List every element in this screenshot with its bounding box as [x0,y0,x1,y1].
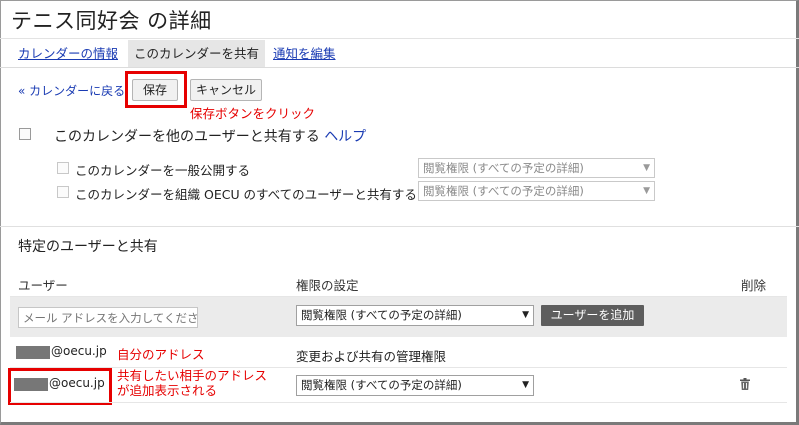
add-user-button[interactable]: ユーザーを追加 [541,305,644,326]
user-email: @oecu.jp [51,344,107,358]
chevron-down-icon: ▼ [522,380,529,390]
column-header-permission: 権限の設定 [296,278,359,293]
added-user-annotation: 共有したい相手のアドレス が追加表示される [117,368,267,398]
page-title: テニス同好会 の詳細 [11,9,212,33]
added-user-permission-select[interactable]: 閲覧権限 (すべての予定の詳細) ▼ [296,375,534,396]
public-permission-value: 閲覧権限 (すべての予定の詳細) [423,161,584,175]
help-link[interactable]: ヘルプ [324,129,366,145]
row-divider [10,402,787,403]
tab-edit-notifications[interactable]: 通知を編集 [273,40,336,67]
tab-calendar-info[interactable]: カレンダーの情報 [18,40,118,67]
added-user-permission-value: 閲覧権限 (すべての予定の詳細) [301,378,462,392]
email-input[interactable] [18,307,198,328]
save-annotation: 保存ボタンをクリック [190,106,316,121]
public-checkbox[interactable] [57,162,69,174]
cancel-button[interactable]: キャンセル [190,79,262,101]
column-header-delete: 削除 [741,278,767,293]
new-user-permission-select[interactable]: 閲覧権限 (すべての予定の詳細) ▼ [296,305,534,326]
save-highlight-box [125,71,187,108]
self-address-annotation: 自分のアドレス [117,347,205,362]
added-user-annotation-line2: が追加表示される [117,383,218,398]
new-user-permission-value: 閲覧権限 (すべての予定の詳細) [301,308,462,322]
tab-divider [0,67,799,68]
added-user-highlight-box [8,368,112,405]
org-checkbox[interactable] [57,186,69,198]
back-to-calendar-link[interactable]: « カレンダーに戻る [18,82,125,99]
share-others-checkbox[interactable] [19,128,31,140]
share-others-text: このカレンダーを他のユーザーと共有する [54,129,320,145]
specific-users-title: 特定のユーザーと共有 [18,239,158,255]
org-permission-value: 閲覧権限 (すべての予定の詳細) [423,184,584,198]
title-divider [0,38,799,39]
section-divider [0,226,799,227]
public-label: このカレンダーを一般公開する [75,163,251,178]
added-user-annotation-line1: 共有したい相手のアドレス [117,368,268,383]
chevron-down-icon: ▼ [643,186,650,196]
chevron-down-icon: ▼ [522,310,529,320]
tab-bar: カレンダーの情報 このカレンダーを共有 通知を編集 [0,40,799,67]
user-permission-text: 変更および共有の管理権限 [296,349,447,364]
public-permission-select[interactable]: 閲覧権限 (すべての予定の詳細) ▼ [418,158,655,178]
redacted-username [16,346,50,359]
column-header-user: ユーザー [18,278,68,293]
org-label: このカレンダーを組織 OECU のすべてのユーザーと共有する [75,187,417,202]
tab-share-calendar[interactable]: このカレンダーを共有 [128,40,266,67]
share-others-label: このカレンダーを他のユーザーと共有する ヘルプ [54,126,366,146]
trash-icon[interactable] [740,378,750,390]
chevron-down-icon: ▼ [643,163,650,173]
org-permission-select[interactable]: 閲覧権限 (すべての予定の詳細) ▼ [418,181,655,201]
